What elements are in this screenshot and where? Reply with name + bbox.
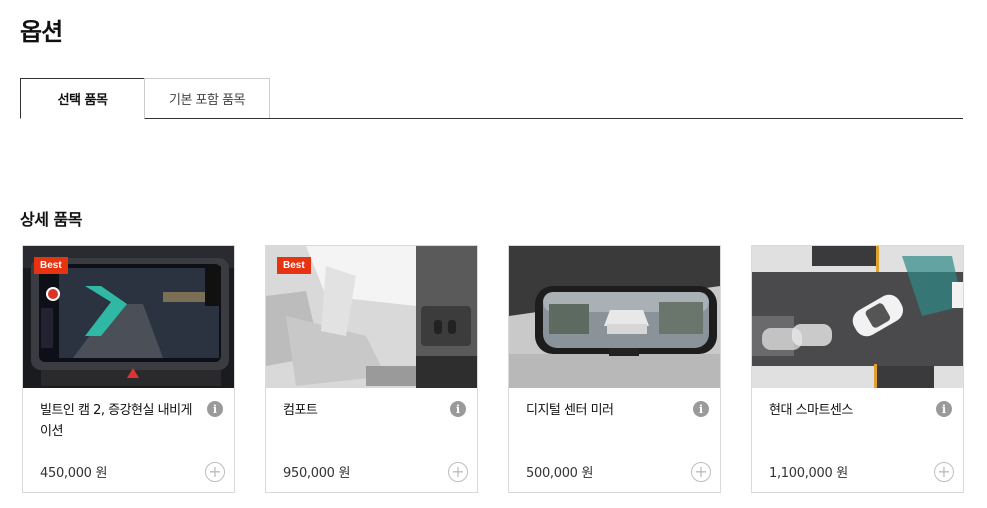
info-icon[interactable]: i [936,401,952,417]
product-image [752,246,963,388]
option-price: 1,100,000 원 [769,466,848,481]
page-title: 옵션 [20,18,63,46]
product-image: Best [23,246,234,388]
option-card-digital-mirror[interactable]: 디지털 센터 미러 i 500,000 원 + [508,245,721,493]
tab-default-items[interactable]: 기본 포함 품목 [144,78,270,118]
option-tabs: 선택 품목 기본 포함 품목 [20,78,963,119]
section-title: 상세 품목 [20,210,82,229]
info-icon[interactable]: i [693,401,709,417]
plus-icon[interactable]: + [934,462,954,482]
product-image: Best [266,246,477,388]
option-name: 현대 스마트센스 [769,403,853,418]
best-badge: Best [34,257,68,274]
option-name: 빌트인 캠 2, 증강현실 내비게이션 [40,403,193,439]
option-price: 950,000 원 [283,466,351,481]
info-icon[interactable]: i [450,401,466,417]
plus-icon[interactable]: + [691,462,711,482]
option-card-builtin-cam[interactable]: Best 빌트인 캠 2, 증강현실 내비게이션 i 450,000 원 + [22,245,235,493]
option-name: 컴포트 [283,403,318,418]
plus-icon[interactable]: + [205,462,225,482]
option-price: 450,000 원 [40,466,108,481]
tab-selected-items[interactable]: 선택 품목 [20,78,145,119]
option-name: 디지털 센터 미러 [526,403,614,418]
plus-icon[interactable]: + [448,462,468,482]
info-icon[interactable]: i [207,401,223,417]
option-price: 500,000 원 [526,466,594,481]
best-badge: Best [277,257,311,274]
option-card-smart-sense[interactable]: 현대 스마트센스 i 1,100,000 원 + [751,245,964,493]
product-image [509,246,720,388]
option-card-comfort[interactable]: Best 컴포트 i 950,000 원 + [265,245,478,493]
